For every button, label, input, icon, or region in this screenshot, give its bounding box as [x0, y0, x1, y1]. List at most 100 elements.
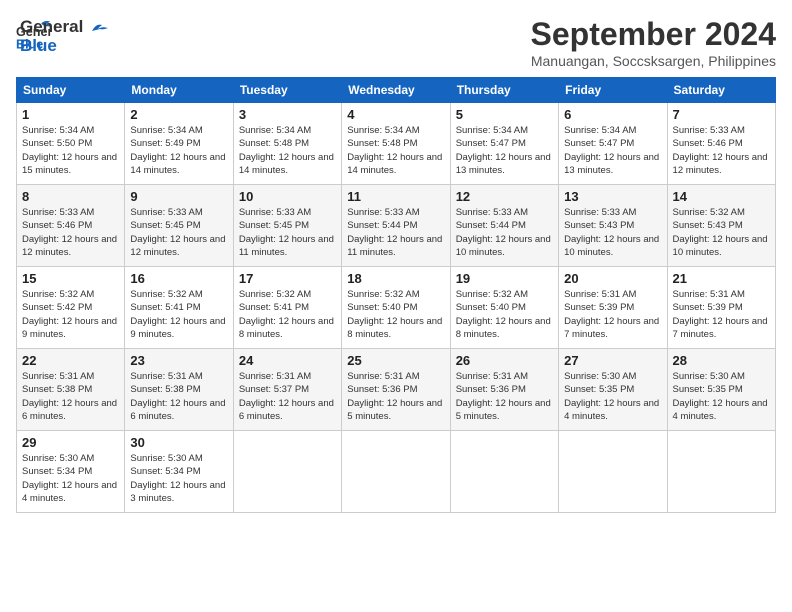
sunrise-text: Sunrise: 5:31 AM: [22, 370, 119, 383]
calendar-cell: 28 Sunrise: 5:30 AM Sunset: 5:35 PM Dayl…: [667, 349, 775, 431]
sunrise-text: Sunrise: 5:33 AM: [456, 206, 553, 219]
day-number: 24: [239, 353, 336, 368]
sunset-text: Sunset: 5:48 PM: [347, 137, 444, 150]
day-number: 5: [456, 107, 553, 122]
day-info: Sunrise: 5:32 AM Sunset: 5:40 PM Dayligh…: [456, 288, 553, 341]
day-info: Sunrise: 5:33 AM Sunset: 5:45 PM Dayligh…: [239, 206, 336, 259]
sunrise-text: Sunrise: 5:32 AM: [347, 288, 444, 301]
title-area: September 2024 Manuangan, Soccsksargen, …: [531, 16, 776, 69]
sunrise-text: Sunrise: 5:31 AM: [347, 370, 444, 383]
sunset-text: Sunset: 5:35 PM: [564, 383, 661, 396]
calendar-week-row: 22 Sunrise: 5:31 AM Sunset: 5:38 PM Dayl…: [17, 349, 776, 431]
sunrise-text: Sunrise: 5:33 AM: [239, 206, 336, 219]
day-info: Sunrise: 5:30 AM Sunset: 5:34 PM Dayligh…: [130, 452, 227, 505]
day-info: Sunrise: 5:34 AM Sunset: 5:48 PM Dayligh…: [239, 124, 336, 177]
sunrise-text: Sunrise: 5:32 AM: [22, 288, 119, 301]
day-number: 12: [456, 189, 553, 204]
sunset-text: Sunset: 5:34 PM: [22, 465, 119, 478]
calendar-week-row: 29 Sunrise: 5:30 AM Sunset: 5:34 PM Dayl…: [17, 431, 776, 513]
day-number: 11: [347, 189, 444, 204]
day-info: Sunrise: 5:33 AM Sunset: 5:46 PM Dayligh…: [22, 206, 119, 259]
day-number: 30: [130, 435, 227, 450]
header-thursday: Thursday: [450, 78, 558, 103]
calendar-cell: 6 Sunrise: 5:34 AM Sunset: 5:47 PM Dayli…: [559, 103, 667, 185]
day-number: 3: [239, 107, 336, 122]
day-number: 16: [130, 271, 227, 286]
daylight-text: Daylight: 12 hours and 8 minutes.: [347, 315, 444, 342]
day-info: Sunrise: 5:34 AM Sunset: 5:48 PM Dayligh…: [347, 124, 444, 177]
calendar-cell: 10 Sunrise: 5:33 AM Sunset: 5:45 PM Dayl…: [233, 185, 341, 267]
day-number: 26: [456, 353, 553, 368]
day-info: Sunrise: 5:32 AM Sunset: 5:42 PM Dayligh…: [22, 288, 119, 341]
day-info: Sunrise: 5:33 AM Sunset: 5:46 PM Dayligh…: [673, 124, 770, 177]
sunrise-text: Sunrise: 5:32 AM: [130, 288, 227, 301]
day-info: Sunrise: 5:32 AM Sunset: 5:43 PM Dayligh…: [673, 206, 770, 259]
header-wednesday: Wednesday: [342, 78, 450, 103]
sunset-text: Sunset: 5:44 PM: [347, 219, 444, 232]
day-number: 9: [130, 189, 227, 204]
header: General Blue General Blue September 2024…: [16, 16, 776, 69]
daylight-text: Daylight: 12 hours and 4 minutes.: [564, 397, 661, 424]
sunset-text: Sunset: 5:34 PM: [130, 465, 227, 478]
sunset-text: Sunset: 5:40 PM: [456, 301, 553, 314]
day-number: 4: [347, 107, 444, 122]
calendar-cell: 19 Sunrise: 5:32 AM Sunset: 5:40 PM Dayl…: [450, 267, 558, 349]
sunrise-text: Sunrise: 5:33 AM: [673, 124, 770, 137]
sunset-text: Sunset: 5:38 PM: [22, 383, 119, 396]
daylight-text: Daylight: 12 hours and 9 minutes.: [130, 315, 227, 342]
daylight-text: Daylight: 12 hours and 3 minutes.: [130, 479, 227, 506]
calendar-cell: [559, 431, 667, 513]
daylight-text: Daylight: 12 hours and 11 minutes.: [347, 233, 444, 260]
sunset-text: Sunset: 5:39 PM: [564, 301, 661, 314]
logo-label: General Blue: [20, 18, 112, 55]
sunrise-text: Sunrise: 5:31 AM: [564, 288, 661, 301]
sunset-text: Sunset: 5:41 PM: [239, 301, 336, 314]
calendar-cell: [342, 431, 450, 513]
sunrise-text: Sunrise: 5:32 AM: [239, 288, 336, 301]
header-tuesday: Tuesday: [233, 78, 341, 103]
day-number: 21: [673, 271, 770, 286]
calendar-cell: 4 Sunrise: 5:34 AM Sunset: 5:48 PM Dayli…: [342, 103, 450, 185]
day-info: Sunrise: 5:34 AM Sunset: 5:47 PM Dayligh…: [564, 124, 661, 177]
sunrise-text: Sunrise: 5:34 AM: [456, 124, 553, 137]
daylight-text: Daylight: 12 hours and 5 minutes.: [456, 397, 553, 424]
day-info: Sunrise: 5:30 AM Sunset: 5:34 PM Dayligh…: [22, 452, 119, 505]
daylight-text: Daylight: 12 hours and 14 minutes.: [130, 151, 227, 178]
day-number: 23: [130, 353, 227, 368]
day-number: 20: [564, 271, 661, 286]
sunset-text: Sunset: 5:42 PM: [22, 301, 119, 314]
header-saturday: Saturday: [667, 78, 775, 103]
day-info: Sunrise: 5:31 AM Sunset: 5:39 PM Dayligh…: [673, 288, 770, 341]
sunset-text: Sunset: 5:44 PM: [456, 219, 553, 232]
day-number: 15: [22, 271, 119, 286]
day-info: Sunrise: 5:31 AM Sunset: 5:36 PM Dayligh…: [347, 370, 444, 423]
day-number: 2: [130, 107, 227, 122]
calendar-cell: 22 Sunrise: 5:31 AM Sunset: 5:38 PM Dayl…: [17, 349, 125, 431]
sunrise-text: Sunrise: 5:32 AM: [673, 206, 770, 219]
daylight-text: Daylight: 12 hours and 15 minutes.: [22, 151, 119, 178]
daylight-text: Daylight: 12 hours and 10 minutes.: [456, 233, 553, 260]
calendar-cell: [450, 431, 558, 513]
calendar-week-row: 8 Sunrise: 5:33 AM Sunset: 5:46 PM Dayli…: [17, 185, 776, 267]
sunrise-text: Sunrise: 5:34 AM: [239, 124, 336, 137]
calendar-cell: 24 Sunrise: 5:31 AM Sunset: 5:37 PM Dayl…: [233, 349, 341, 431]
sunset-text: Sunset: 5:46 PM: [22, 219, 119, 232]
day-info: Sunrise: 5:33 AM Sunset: 5:45 PM Dayligh…: [130, 206, 227, 259]
sunrise-text: Sunrise: 5:33 AM: [130, 206, 227, 219]
daylight-text: Daylight: 12 hours and 11 minutes.: [239, 233, 336, 260]
header-monday: Monday: [125, 78, 233, 103]
daylight-text: Daylight: 12 hours and 7 minutes.: [673, 315, 770, 342]
daylight-text: Daylight: 12 hours and 12 minutes.: [22, 233, 119, 260]
logo: General Blue General Blue: [16, 16, 112, 55]
calendar-week-row: 1 Sunrise: 5:34 AM Sunset: 5:50 PM Dayli…: [17, 103, 776, 185]
day-info: Sunrise: 5:34 AM Sunset: 5:50 PM Dayligh…: [22, 124, 119, 177]
day-info: Sunrise: 5:32 AM Sunset: 5:41 PM Dayligh…: [239, 288, 336, 341]
header-sunday: Sunday: [17, 78, 125, 103]
calendar-cell: 21 Sunrise: 5:31 AM Sunset: 5:39 PM Dayl…: [667, 267, 775, 349]
sunrise-text: Sunrise: 5:31 AM: [239, 370, 336, 383]
calendar-cell: 2 Sunrise: 5:34 AM Sunset: 5:49 PM Dayli…: [125, 103, 233, 185]
sunset-text: Sunset: 5:36 PM: [347, 383, 444, 396]
calendar-cell: 7 Sunrise: 5:33 AM Sunset: 5:46 PM Dayli…: [667, 103, 775, 185]
day-info: Sunrise: 5:31 AM Sunset: 5:36 PM Dayligh…: [456, 370, 553, 423]
sunset-text: Sunset: 5:36 PM: [456, 383, 553, 396]
